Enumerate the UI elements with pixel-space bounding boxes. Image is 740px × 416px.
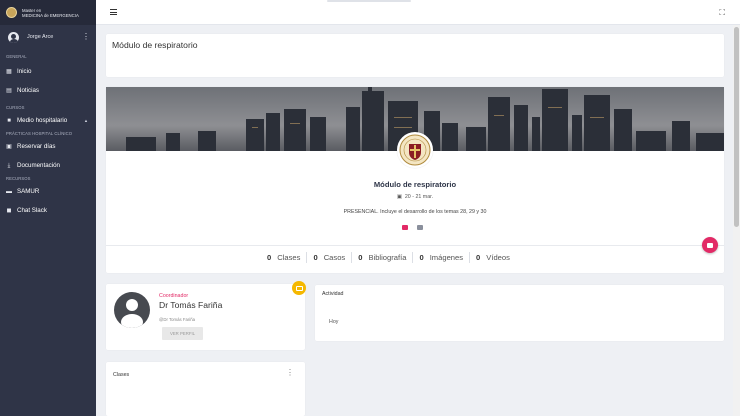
- sidebar-item-inicio[interactable]: ▦ Inicio: [0, 62, 96, 81]
- sidebar-item-label: Medio hospitalario: [17, 117, 68, 124]
- fullscreen-icon[interactable]: ⛶: [719, 8, 725, 18]
- sidebar-item-label: Noticias: [17, 87, 40, 94]
- briefcase-icon: ▬: [6, 188, 12, 195]
- sidebar-item-noticias[interactable]: ▤ Noticias: [0, 81, 96, 100]
- divider: [106, 245, 724, 246]
- classes-card: Clases ⋮: [106, 362, 305, 416]
- classes-title: Clases: [113, 372, 130, 378]
- stat-videos[interactable]: 0 Vídeos: [476, 253, 510, 262]
- folder-fab-button[interactable]: [702, 237, 718, 253]
- coordinator-name: Dr Tomás Fariña: [159, 300, 223, 310]
- coordinator-role: Coordinador: [159, 293, 189, 299]
- calendar-icon: ▣: [396, 194, 402, 200]
- sidebar-item-label: Inicio: [17, 68, 32, 75]
- sidebar-item-label: Documentación: [17, 162, 60, 169]
- avatar: [8, 31, 19, 43]
- brand-line2: MEDICINA de EMERGENCIA: [22, 12, 79, 18]
- more-vert-icon[interactable]: ⋮: [82, 33, 90, 41]
- sidebar-item-label: Chat Slack: [17, 207, 47, 214]
- sidebar-item-documentacion[interactable]: ⤓ Documentación: [0, 156, 96, 175]
- caret-up-icon: ▲: [84, 118, 88, 123]
- page-title-card: Módulo de respiratorio: [106, 34, 724, 77]
- scroll-thumb[interactable]: [734, 27, 739, 227]
- calendar-icon: ▣: [6, 143, 12, 150]
- topbar: ⛶: [96, 0, 740, 25]
- coordinator-handle: @Dr Tomás Fariña: [159, 317, 196, 322]
- stat-clases[interactable]: 0 Clases: [267, 253, 300, 262]
- sidebar-item-label: Reservar días: [17, 143, 56, 150]
- course-title: Módulo de respiratorio: [373, 180, 457, 189]
- sidebar-item-medio-hospitalario[interactable]: ■ Medio hospitalario ▲: [0, 111, 96, 130]
- coordinator-card: Coordinador Dr Tomás Fariña @Dr Tomás Fa…: [106, 281, 306, 350]
- download-icon: ⤓: [7, 162, 11, 169]
- chat-badge-icon[interactable]: [292, 281, 306, 295]
- activity-today: Hoy: [329, 319, 339, 325]
- folder-icon: ■: [7, 117, 11, 124]
- folder-icon: [707, 242, 713, 248]
- activity-card: Actividad Hoy: [315, 285, 724, 341]
- chat-icon: ◼: [6, 207, 12, 214]
- user-name: Jorge Arce: [27, 34, 54, 40]
- scrollbar[interactable]: [733, 25, 740, 416]
- course-dates: ▣ 20 - 21 mar.: [396, 194, 434, 200]
- chat-icon[interactable]: [402, 225, 408, 230]
- brand[interactable]: Master en MEDICINA de EMERGENCIA: [0, 0, 96, 25]
- view-profile-button[interactable]: VER PERFIL: [162, 327, 203, 340]
- activity-title: Actividad: [322, 291, 344, 297]
- news-icon: ▤: [6, 87, 12, 94]
- sidebar-item-reservar-dias[interactable]: ▣ Reservar días: [0, 137, 96, 156]
- video-icon[interactable]: [417, 225, 423, 230]
- course-stats: 0 Clases 0 Casos 0 Bibliografía 0 Imágenes 0…: [267, 252, 510, 263]
- top-indicator: [327, 0, 411, 2]
- brand-logo: [6, 7, 17, 18]
- sidebar-item-chat-slack[interactable]: ◼ Chat Slack: [0, 201, 96, 220]
- sidebar-item-label: SAMUR: [17, 188, 40, 195]
- home-icon: ▦: [6, 68, 12, 75]
- page-title: Módulo de respiratorio: [112, 40, 198, 50]
- course-card: Módulo de respiratorio ▣ 20 - 21 mar. PR…: [106, 87, 724, 273]
- stat-imagenes[interactable]: 0 Imágenes: [419, 253, 463, 262]
- course-description: PRESENCIAL. Incluye el desarrollo de los…: [343, 209, 487, 215]
- sidebar-item-samur[interactable]: ▬ SAMUR: [0, 182, 96, 201]
- avatar: [114, 292, 150, 328]
- stat-bibliografia[interactable]: 0 Bibliografía: [358, 253, 406, 262]
- more-vert-icon[interactable]: ⋮: [286, 369, 294, 377]
- user-row[interactable]: Jorge Arce ⋮: [0, 25, 96, 49]
- sidebar: Master en MEDICINA de EMERGENCIA Jorge A…: [0, 0, 96, 416]
- menu-icon[interactable]: [110, 9, 117, 15]
- university-crest-icon: [397, 132, 433, 168]
- stat-casos[interactable]: 0 Casos: [313, 253, 345, 262]
